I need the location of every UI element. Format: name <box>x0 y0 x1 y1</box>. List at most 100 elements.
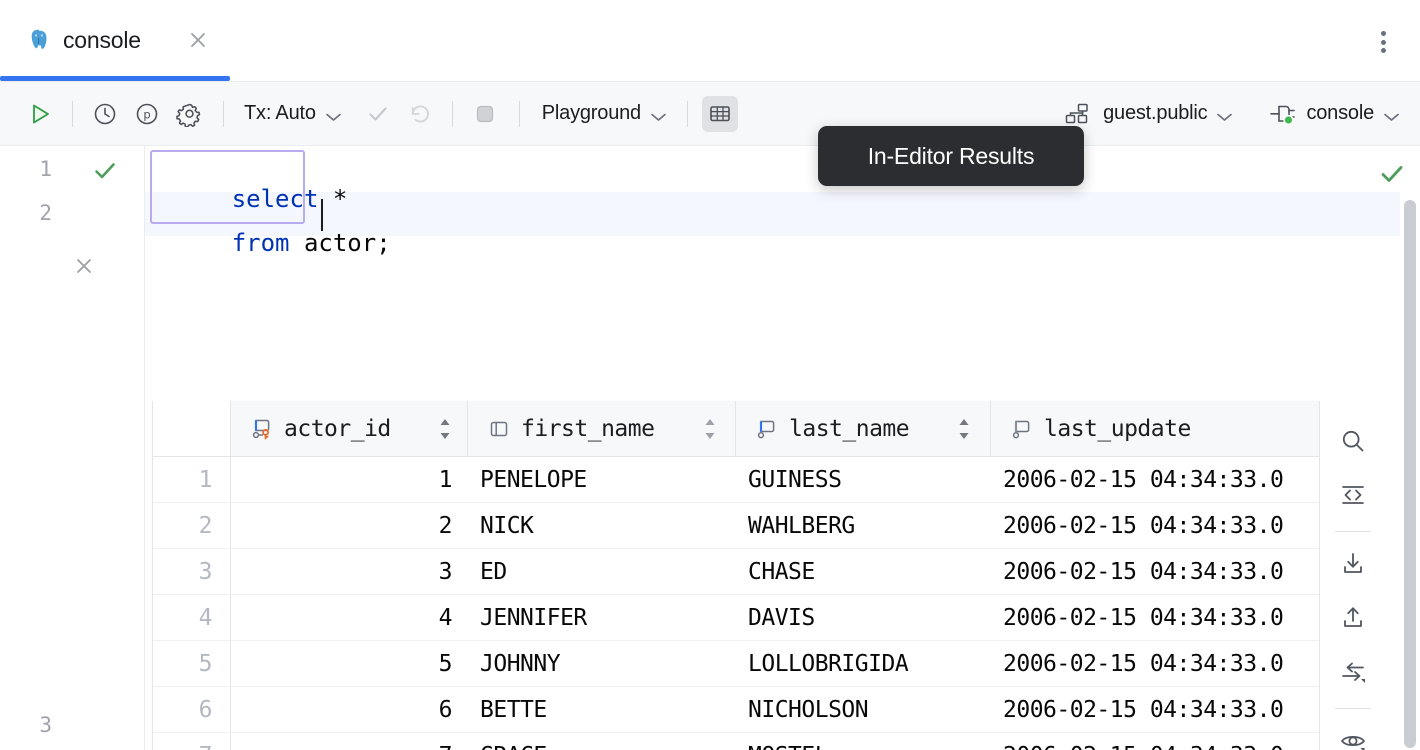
cell-actor_id[interactable]: 1 <box>231 457 468 502</box>
cell-actor_id[interactable]: 4 <box>231 595 468 640</box>
parameters-button[interactable]: p <box>129 96 165 132</box>
row-number: 7 <box>153 733 231 750</box>
cell-actor_id[interactable]: 6 <box>231 687 468 732</box>
chevron-down-icon <box>650 109 667 119</box>
search-icon[interactable] <box>1331 419 1375 463</box>
cell-last_name[interactable]: CHASE <box>736 549 991 594</box>
session-selector[interactable]: Playground <box>540 100 669 127</box>
line-number: 1 <box>12 157 52 181</box>
column-name: actor_id <box>284 416 391 442</box>
sql-keyword: from <box>232 229 290 257</box>
cell-last_name[interactable]: DAVIS <box>736 595 991 640</box>
row-number: 1 <box>153 457 231 502</box>
sql-text: actor; <box>290 229 391 257</box>
toolbar-divider <box>223 101 224 127</box>
connection-selector[interactable]: console <box>1263 99 1402 129</box>
stop-button[interactable] <box>467 96 503 132</box>
more-options-kebab-icon[interactable] <box>1374 28 1392 56</box>
close-results-icon[interactable] <box>72 254 96 278</box>
sql-editor[interactable]: 1 2 3 select * from actor; <box>0 146 1420 750</box>
cell-first_name[interactable]: JENNIFER <box>468 595 736 640</box>
table-row[interactable]: 11PENELOPEGUINESS2006-02-15 04:34:33.0 <box>153 457 1320 503</box>
cell-first_name[interactable]: GRACE <box>468 733 736 750</box>
tooltip-in-editor-results: In-Editor Results <box>818 126 1084 186</box>
primary-key-column-icon <box>249 416 275 442</box>
table-row[interactable]: 77GRACEMOSTEL2006-02-15 04:34:33.0 <box>153 733 1320 750</box>
cell-first_name[interactable]: JOHNNY <box>468 641 736 686</box>
cell-actor_id[interactable]: 5 <box>231 641 468 686</box>
import-icon[interactable] <box>1331 542 1375 586</box>
table-row[interactable]: 66BETTENICHOLSON2006-02-15 04:34:33.0 <box>153 687 1320 733</box>
results-grid-header: actor_id <box>153 401 1320 457</box>
settings-gear-icon[interactable] <box>171 96 207 132</box>
results-grid[interactable]: actor_id <box>152 401 1320 750</box>
code-view-icon[interactable] <box>1331 473 1375 517</box>
cell-last_name[interactable]: NICHOLSON <box>736 687 991 732</box>
green-check-icon[interactable] <box>92 158 118 184</box>
column-header-last_update[interactable]: last_update <box>991 401 1320 456</box>
cell-actor_id[interactable]: 3 <box>231 549 468 594</box>
cell-first_name[interactable]: NICK <box>468 503 736 548</box>
tab-title: console <box>63 27 141 54</box>
table-row[interactable]: 33EDCHASE2006-02-15 04:34:33.0 <box>153 549 1320 595</box>
cell-last_update[interactable]: 2006-02-15 04:34:33.0 <box>991 457 1320 502</box>
export-icon[interactable] <box>1331 596 1375 640</box>
toolbar-divider <box>519 101 520 127</box>
cell-last_update[interactable]: 2006-02-15 04:34:33.0 <box>991 549 1320 594</box>
sort-arrows-icon[interactable] <box>439 418 451 440</box>
cell-last_name[interactable]: WAHLBERG <box>736 503 991 548</box>
history-button[interactable] <box>87 96 123 132</box>
column-header-last_name[interactable]: last_name <box>736 401 991 456</box>
vertical-scrollbar[interactable] <box>1404 200 1416 748</box>
cell-last_name[interactable]: LOLLOBRIGIDA <box>736 641 991 686</box>
close-icon[interactable] <box>186 28 210 52</box>
sort-arrows-icon[interactable] <box>958 418 970 440</box>
schema-icon <box>1064 102 1094 126</box>
chevron-down-icon <box>1216 109 1233 119</box>
cell-first_name[interactable]: PENELOPE <box>468 457 736 502</box>
cell-last_update[interactable]: 2006-02-15 04:34:33.0 <box>991 733 1320 750</box>
row-number: 5 <box>153 641 231 686</box>
eye-icon[interactable] <box>1331 719 1375 750</box>
table-row[interactable]: 22NICKWAHLBERG2006-02-15 04:34:33.0 <box>153 503 1320 549</box>
row-number-header[interactable] <box>153 401 231 456</box>
transaction-mode-selector[interactable]: Tx: Auto <box>242 100 344 127</box>
cell-last_name[interactable]: MOSTEL <box>736 733 991 750</box>
editor-gutter: 1 2 3 <box>0 146 145 750</box>
text-caret <box>321 199 323 231</box>
session-label: Playground <box>542 102 641 125</box>
cell-actor_id[interactable]: 7 <box>231 733 468 750</box>
transpose-icon[interactable] <box>1331 650 1375 694</box>
run-button[interactable] <box>22 96 58 132</box>
column-header-first_name[interactable]: first_name <box>468 401 736 456</box>
commit-button[interactable] <box>360 96 396 132</box>
svg-text:p: p <box>143 107 150 121</box>
cell-first_name[interactable]: BETTE <box>468 687 736 732</box>
database-console-window: console <box>0 0 1420 750</box>
cell-last_name[interactable]: GUINESS <box>736 457 991 502</box>
schema-selector[interactable]: guest.public <box>1062 100 1235 128</box>
results-action-rail <box>1322 401 1384 750</box>
editor-toolbar: p Tx: Auto <box>0 82 1420 146</box>
cell-last_update[interactable]: 2006-02-15 04:34:33.0 <box>991 687 1320 732</box>
cell-last_update[interactable]: 2006-02-15 04:34:33.0 <box>991 641 1320 686</box>
chevron-down-icon <box>1383 109 1400 119</box>
transaction-mode-label: Tx: Auto <box>244 102 316 125</box>
rollback-button[interactable] <box>402 96 438 132</box>
tooltip-text: In-Editor Results <box>868 143 1035 170</box>
line-number: 2 <box>12 201 52 225</box>
cell-last_update[interactable]: 2006-02-15 04:34:33.0 <box>991 595 1320 640</box>
column-icon <box>486 416 512 442</box>
toolbar-divider <box>687 101 688 127</box>
cell-actor_id[interactable]: 2 <box>231 503 468 548</box>
cell-first_name[interactable]: ED <box>468 549 736 594</box>
column-header-actor_id[interactable]: actor_id <box>231 401 468 456</box>
cell-last_update[interactable]: 2006-02-15 04:34:33.0 <box>991 503 1320 548</box>
sort-arrows-icon[interactable] <box>704 418 716 440</box>
table-row[interactable]: 44JENNIFERDAVIS2006-02-15 04:34:33.0 <box>153 595 1320 641</box>
chevron-down-icon <box>325 109 342 119</box>
table-row[interactable]: 55JOHNNYLOLLOBRIGIDA2006-02-15 04:34:33.… <box>153 641 1320 687</box>
indexed-column-icon <box>754 416 780 442</box>
inspection-status-check-icon[interactable] <box>1378 160 1406 188</box>
in-editor-results-toggle[interactable] <box>702 96 738 132</box>
